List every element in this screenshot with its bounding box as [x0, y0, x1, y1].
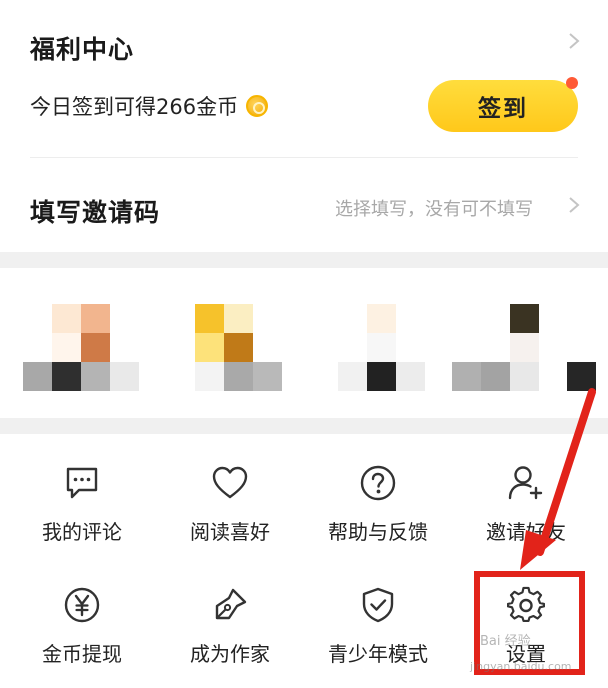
menu-item-label: 青少年模式: [328, 642, 428, 666]
yuan-icon: [64, 587, 100, 623]
mosaic-tile: [510, 304, 539, 333]
sign-in-hint-text: 今日签到可得266金币: [30, 95, 239, 119]
menu-item-become-writer[interactable]: 成为作家: [154, 556, 306, 666]
menu-item-my-comments[interactable]: 我的评论: [6, 434, 158, 544]
menu-item-label: 阅读喜好: [190, 520, 270, 544]
section-gap: [0, 252, 608, 268]
mosaic-tile: [567, 362, 596, 391]
menu-item-coin-withdraw[interactable]: 金币提现: [6, 556, 158, 666]
mosaic-tile: [367, 362, 396, 391]
divider: [30, 157, 578, 158]
mosaic-tile: [224, 304, 253, 333]
mosaic-tile: [338, 362, 367, 391]
notification-badge: [566, 77, 578, 89]
mosaic-tile: [52, 304, 81, 333]
invite-code-hint[interactable]: 选择填写，没有可不填写: [335, 195, 533, 221]
help-icon: [360, 465, 396, 501]
menu-item-teen-mode[interactable]: 青少年模式: [302, 556, 454, 666]
pixelated-avatars: [0, 268, 608, 418]
section-gap: [0, 418, 608, 434]
mosaic-tile: [110, 362, 139, 391]
watermark-url: jingyan.baidu.com: [470, 660, 572, 673]
chevron-right-icon[interactable]: [567, 32, 581, 50]
menu-item-label: 邀请好友: [486, 520, 566, 544]
menu-item-reading-preference[interactable]: 阅读喜好: [154, 434, 306, 544]
welfare-center-title[interactable]: 福利中心: [30, 30, 134, 66]
menu-item-label: 我的评论: [42, 520, 122, 544]
mosaic-tile: [224, 362, 253, 391]
mosaic-tile: [367, 304, 396, 333]
comment-icon: [66, 467, 98, 499]
mosaic-tile: [195, 362, 224, 391]
shield-check-icon: [362, 587, 394, 623]
mosaic-tile: [510, 333, 539, 362]
mosaic-tile: [23, 362, 52, 391]
menu-item-help-feedback[interactable]: 帮助与反馈: [302, 434, 454, 544]
coin-icon: [246, 95, 269, 117]
welfare-card: 福利中心 今日签到可得266金币 签到 填写邀请码 选择填写，没有可不填写: [0, 0, 608, 252]
heart-icon: [212, 466, 248, 499]
pen-nib-icon: [215, 588, 247, 620]
sign-in-button[interactable]: 签到: [428, 80, 578, 132]
mosaic-tile: [481, 362, 510, 391]
mosaic-tile: [195, 304, 224, 333]
mosaic-tile: [367, 333, 396, 362]
menu-item-label: 金币提现: [42, 642, 122, 666]
mosaic-tile: [81, 362, 110, 391]
menu-item-invite-friends[interactable]: 邀请好友: [450, 434, 602, 544]
mosaic-tile: [253, 362, 282, 391]
mosaic-tile: [52, 362, 81, 391]
menu-item-label: 帮助与反馈: [328, 520, 428, 544]
watermark-text: Bai 经验: [480, 634, 531, 649]
mosaic-tile: [81, 304, 110, 333]
mosaic-tile: [52, 333, 81, 362]
chevron-right-icon[interactable]: [567, 196, 581, 214]
add-user-icon: [508, 466, 543, 500]
sign-in-hint: 今日签到可得266金币: [30, 91, 269, 121]
mosaic-tile: [396, 362, 425, 391]
mosaic-tile: [452, 362, 481, 391]
menu-item-label: 成为作家: [190, 642, 270, 666]
mosaic-tile: [510, 362, 539, 391]
mosaic-tile: [224, 333, 253, 362]
invite-code-title[interactable]: 填写邀请码: [30, 193, 160, 229]
mosaic-tile: [195, 333, 224, 362]
mosaic-tile: [81, 333, 110, 362]
